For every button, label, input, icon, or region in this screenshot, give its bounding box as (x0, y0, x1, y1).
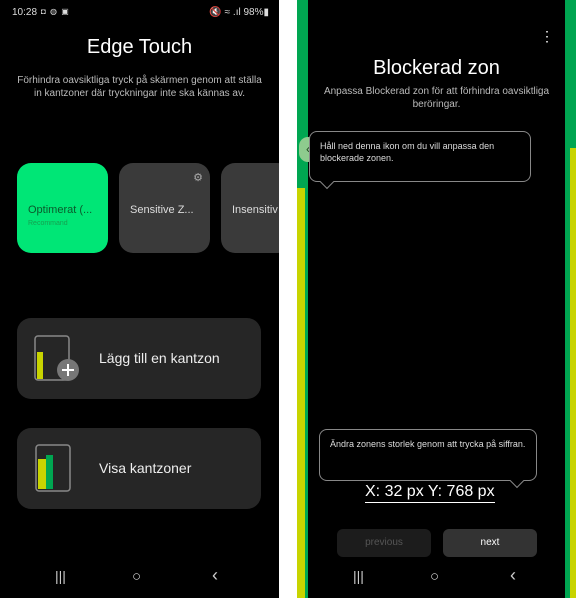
recents-icon[interactable]: ||| (55, 568, 66, 584)
recents-icon[interactable]: ||| (353, 568, 364, 584)
status-bar: 10:28 ◘ ◍ ▣ 🔇 ≈ .ıl 98%▮ (0, 0, 279, 24)
page-title: Edge Touch (86, 36, 193, 58)
system-icons: 🔇 ≈ .ıl 98%▮ (209, 7, 269, 18)
tooltip-tail (509, 473, 525, 489)
navigation-bar: ||| ○ ‹ (0, 558, 279, 598)
mode-card-insensitive[interactable]: Insensitiv (221, 163, 279, 253)
zone-size-readout[interactable]: X: 32 px Y: 768 px (365, 483, 495, 503)
handle-tooltip-text: Håll ned denna ikon om du vill anpassa d… (320, 141, 495, 163)
right-blocked-zone (570, 148, 576, 598)
handle-tooltip: Håll ned denna ikon om du vill anpassa d… (309, 131, 531, 190)
more-options-icon[interactable]: ⋮ (540, 28, 554, 45)
next-button[interactable]: next (443, 529, 537, 557)
page-description: Förhindra oavsiktliga tryck på skärmen g… (17, 75, 262, 99)
home-icon[interactable]: ○ (430, 568, 439, 585)
page-title: Blockerad zon (373, 57, 500, 79)
mode-label: Optimerat (... (28, 204, 93, 216)
mode-card-sensitive[interactable]: ⚙ Sensitive Z... (119, 163, 210, 253)
tooltip-tail (319, 174, 335, 190)
add-zone-label: Lägg till en kantzon (99, 350, 220, 366)
gear-icon[interactable]: ⚙ (193, 171, 203, 184)
resize-tooltip-text: Ändra zonens storlek genom att trycka på… (330, 439, 526, 449)
show-zones-label: Visa kantzoner (99, 460, 192, 476)
home-icon[interactable]: ○ (132, 568, 141, 585)
show-edge-zones-button[interactable]: Visa kantzoner (17, 428, 261, 509)
mode-card-optimized[interactable]: Optimerat (... Recommand (17, 163, 108, 253)
add-edge-zone-button[interactable]: Lägg till en kantzon (17, 318, 261, 399)
notification-icons: ◘ ◍ ▣ (41, 7, 70, 16)
page-description: Anpassa Blockerad zon för att förhindra … (323, 86, 550, 110)
resize-tooltip: Ändra zonens storlek genom att trycka på… (319, 429, 537, 489)
back-icon[interactable]: ‹ (212, 565, 218, 586)
add-zone-icon (34, 335, 79, 381)
edge-touch-screen: 10:28 ◘ ◍ ▣ 🔇 ≈ .ıl 98%▮ Edge Touch Förh… (0, 0, 279, 598)
mode-label: Insensitiv (232, 204, 278, 216)
left-blocked-zone (297, 188, 305, 598)
back-icon[interactable]: ‹ (510, 565, 516, 586)
navigation-bar: ||| ○ ‹ (297, 558, 576, 598)
blocked-zone-screen: ⋮ Blockerad zon Anpassa Blockerad zon fö… (297, 0, 576, 598)
mode-sublabel: Recommand (28, 220, 68, 227)
clock: 10:28 (12, 7, 38, 18)
show-zones-icon (35, 444, 71, 492)
mode-label: Sensitive Z... (130, 204, 194, 216)
previous-button[interactable]: previous (337, 529, 431, 557)
